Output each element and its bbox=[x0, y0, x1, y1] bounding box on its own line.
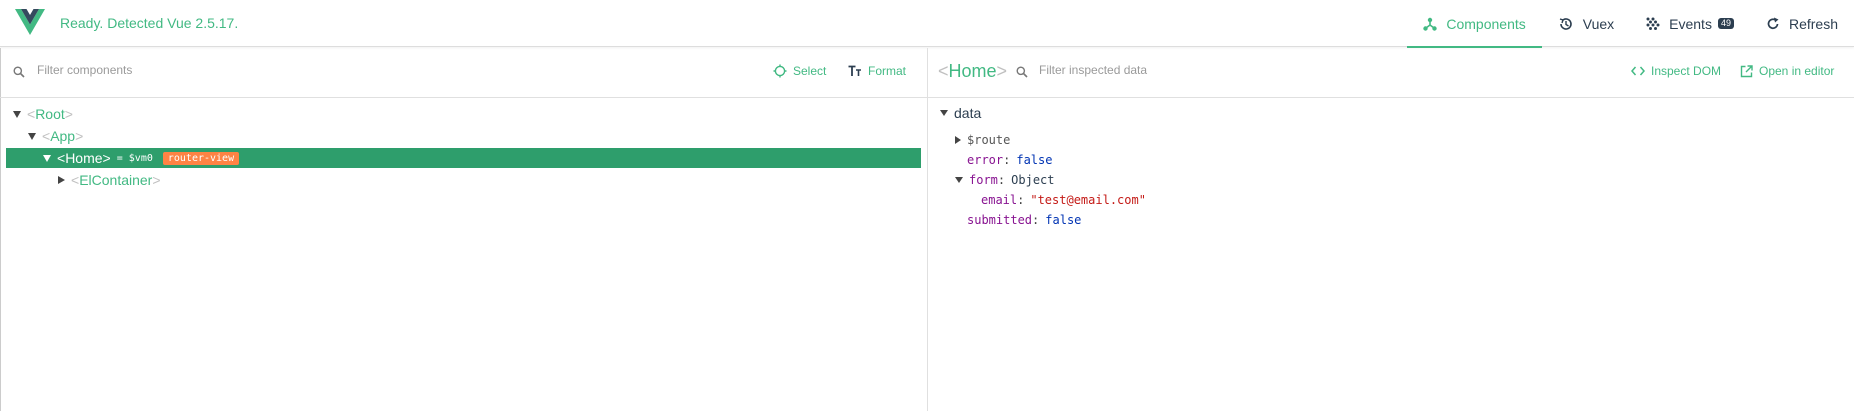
expand-arrow-icon[interactable] bbox=[58, 176, 65, 184]
tab-events-label: Events bbox=[1669, 15, 1712, 32]
tree-node-home[interactable]: < Home > = $vm0 router-view bbox=[6, 148, 921, 168]
tree-node-label: App bbox=[50, 128, 76, 144]
tree-node-label: Root bbox=[35, 106, 65, 122]
data-row-submitted[interactable]: submitted: false bbox=[967, 213, 1081, 227]
tab-events[interactable]: Events 49 bbox=[1630, 0, 1750, 47]
data-key: email bbox=[981, 193, 1018, 207]
expand-arrow-icon[interactable] bbox=[955, 136, 961, 144]
format-button[interactable]: Format bbox=[848, 64, 906, 78]
data-key: submitted bbox=[967, 213, 1033, 227]
data-row-route[interactable]: $route bbox=[955, 133, 1010, 147]
tree-node-elcontainer[interactable]: < ElContainer > bbox=[6, 170, 921, 190]
data-row-form[interactable]: form: Object bbox=[955, 173, 1055, 187]
app-header: Ready. Detected Vue 2.5.17. Components V… bbox=[0, 0, 1854, 48]
components-toolbar: Select Format bbox=[0, 48, 927, 98]
router-view-badge: router-view bbox=[162, 151, 240, 165]
open-in-editor-label: Open in editor bbox=[1759, 64, 1835, 78]
text-format-icon bbox=[848, 65, 861, 76]
open-external-icon bbox=[1740, 64, 1753, 77]
data-value[interactable]: "test@email.com" bbox=[1030, 193, 1146, 207]
collapse-arrow-icon[interactable] bbox=[28, 132, 36, 140]
inspected-component-name: Home bbox=[948, 61, 997, 81]
main-nav: Components Vuex Events 49 Refresh bbox=[1407, 0, 1854, 48]
inspected-component-title: <Home> bbox=[938, 61, 1008, 81]
data-row-email[interactable]: email: "test@email.com" bbox=[981, 193, 1146, 207]
collapse-arrow-icon[interactable] bbox=[13, 110, 21, 118]
events-icon bbox=[1646, 17, 1660, 30]
vm-reference: = $vm0 bbox=[116, 152, 153, 164]
inspector-toolbar: Inspect DOM Open in editor bbox=[928, 48, 1854, 98]
data-key: $route bbox=[967, 133, 1011, 147]
refresh-label: Refresh bbox=[1788, 15, 1838, 32]
refresh-button[interactable]: Refresh bbox=[1750, 0, 1854, 47]
vue-logo-icon bbox=[15, 9, 45, 35]
events-count-badge: 49 bbox=[1717, 18, 1734, 29]
tree-node-label: Home bbox=[65, 150, 103, 166]
collapse-arrow-icon[interactable] bbox=[940, 110, 948, 116]
crosshair-icon bbox=[773, 64, 787, 78]
filter-inspected-data-input[interactable] bbox=[1039, 63, 1439, 77]
select-button[interactable]: Select bbox=[773, 64, 826, 78]
search-icon bbox=[1016, 66, 1028, 78]
tab-components[interactable]: Components bbox=[1407, 0, 1543, 48]
data-value: Object bbox=[1011, 173, 1055, 187]
status-text: Ready. Detected Vue 2.5.17. bbox=[60, 15, 239, 31]
history-icon bbox=[1559, 17, 1572, 30]
tree-node-label: ElContainer bbox=[79, 172, 153, 188]
tab-vuex[interactable]: Vuex bbox=[1542, 0, 1630, 47]
filter-components-input[interactable] bbox=[37, 63, 537, 77]
search-icon bbox=[13, 66, 25, 78]
data-row-error[interactable]: error: false bbox=[967, 153, 1052, 167]
data-key: form bbox=[969, 173, 998, 187]
code-icon bbox=[1631, 66, 1645, 76]
pane-divider[interactable] bbox=[927, 48, 928, 411]
collapse-arrow-icon[interactable] bbox=[43, 154, 51, 162]
data-value[interactable]: false bbox=[1016, 153, 1052, 167]
tree-node-root[interactable]: < Root > bbox=[6, 104, 921, 124]
data-value[interactable]: false bbox=[1045, 213, 1081, 227]
select-label: Select bbox=[793, 64, 827, 78]
components-icon bbox=[1423, 17, 1438, 31]
collapse-arrow-icon[interactable] bbox=[955, 177, 963, 183]
tab-vuex-label: Vuex bbox=[1582, 15, 1615, 32]
inspect-dom-label: Inspect DOM bbox=[1651, 64, 1722, 78]
window-edge bbox=[0, 48, 1, 411]
data-section-label: data bbox=[954, 105, 982, 121]
data-section-header[interactable]: data bbox=[940, 105, 981, 121]
open-in-editor-button[interactable]: Open in editor bbox=[1740, 64, 1834, 78]
tree-node-app[interactable]: < App > bbox=[6, 126, 921, 146]
tab-components-label: Components bbox=[1446, 15, 1526, 32]
format-label: Format bbox=[868, 64, 907, 78]
refresh-icon bbox=[1767, 17, 1779, 29]
data-key: error bbox=[967, 153, 1004, 167]
inspect-dom-button[interactable]: Inspect DOM bbox=[1631, 64, 1721, 78]
